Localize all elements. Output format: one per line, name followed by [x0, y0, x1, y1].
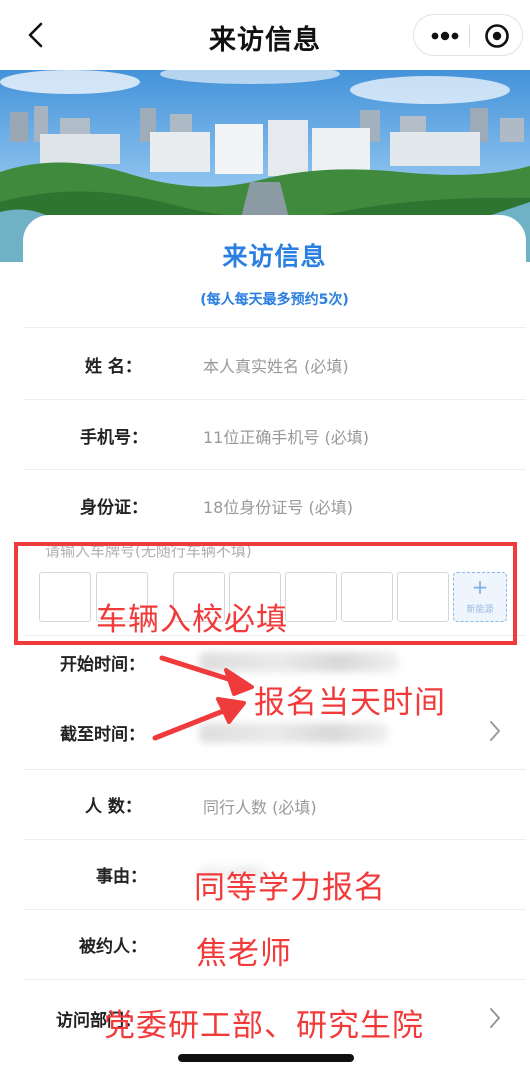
invitee-label: 被约人： — [79, 937, 147, 957]
start-time-label: 开始时间： — [60, 655, 145, 675]
close-target-icon[interactable] — [484, 23, 510, 49]
end-time-label: 截至时间： — [60, 725, 145, 745]
plate-annotation-text: 车辆入校必填 — [96, 602, 288, 638]
phone-input[interactable]: 11位正确手机号 (必填) — [203, 424, 369, 448]
name-input[interactable]: 本人真实姓名 (必填) — [203, 353, 349, 377]
phone-row[interactable]: 手机号： 11位正确手机号 (必填) — [23, 399, 526, 469]
card-title: 来访信息 — [222, 242, 327, 271]
id-card-row[interactable]: 身份证： 18位身份证号 (必填) — [23, 469, 526, 539]
reason-label: 事由： — [96, 867, 147, 887]
phone-label: 手机号： — [80, 428, 148, 448]
id-card-label: 身份证： — [80, 498, 148, 518]
capsule-divider — [469, 25, 470, 47]
time-annotation-text: 报名当天时间 — [254, 685, 446, 721]
start-time-value-blurred — [199, 652, 399, 672]
more-dots-icon[interactable] — [428, 25, 462, 47]
mini-program-capsule — [413, 14, 523, 56]
nav-bar: 来访信息 — [0, 0, 530, 70]
card-subtitle: (每人每天最多预约5次) — [200, 292, 349, 308]
people-count-input[interactable]: 同行人数 (必填) — [203, 794, 317, 818]
name-row[interactable]: 姓 名： 本人真实姓名 (必填) — [23, 327, 526, 399]
department-annotation-text: 党委研工部、研究生院 — [104, 1008, 424, 1044]
name-label: 姓 名： — [85, 357, 142, 377]
invitee-annotation-text: 焦老师 — [196, 936, 292, 972]
home-indicator — [178, 1054, 354, 1062]
chevron-right-icon — [490, 1008, 500, 1028]
people-count-row[interactable]: 人 数： 同行人数 (必填) — [23, 769, 526, 839]
people-count-label: 人 数： — [85, 797, 142, 817]
id-card-input[interactable]: 18位身份证号 (必填) — [203, 494, 353, 518]
reason-annotation-text: 同等学力报名 — [194, 870, 386, 906]
chevron-right-icon — [490, 721, 500, 741]
end-time-value-blurred — [199, 723, 389, 743]
